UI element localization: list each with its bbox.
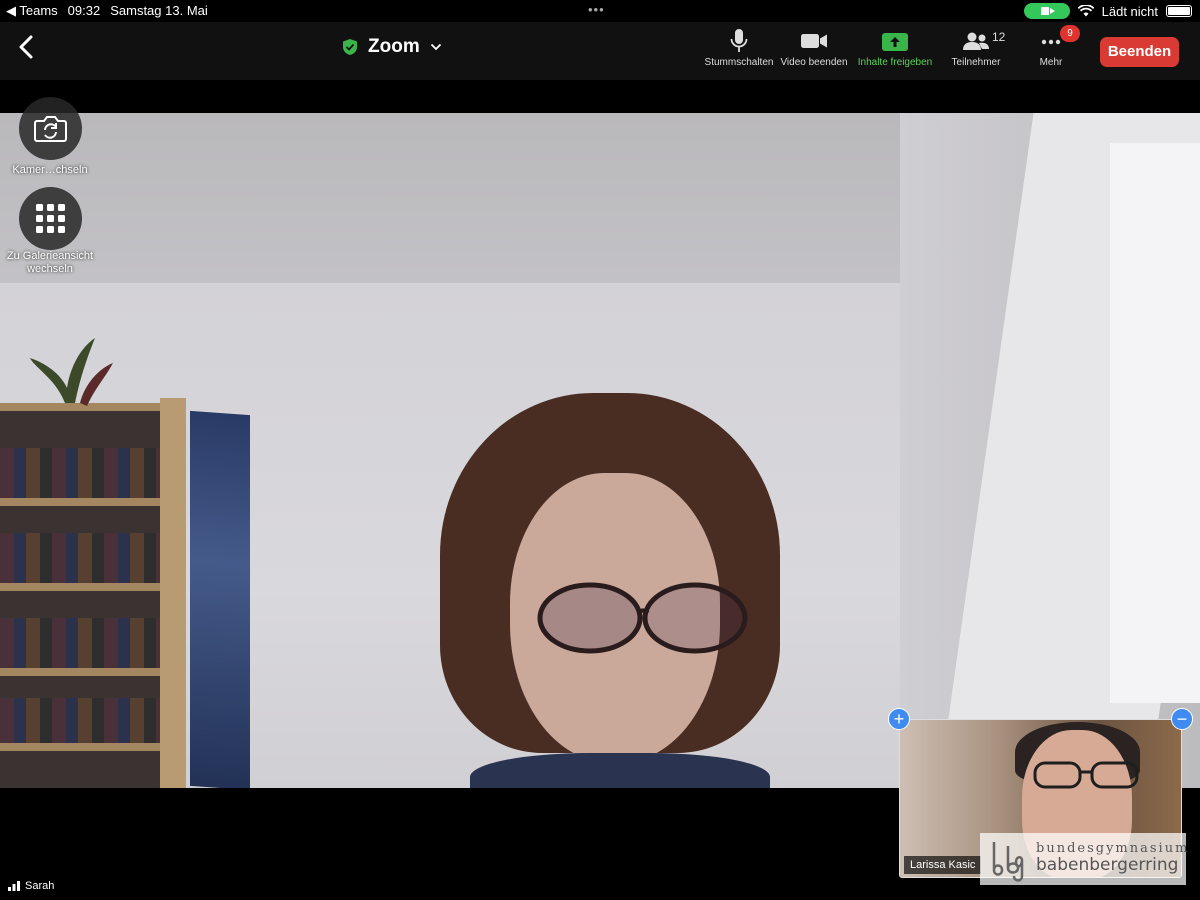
switch-camera-button[interactable] (19, 97, 82, 160)
switch-camera-label: Kamer…chseln (12, 164, 88, 176)
chevron-left-icon (19, 35, 33, 59)
multitasking-dots[interactable]: ••• (588, 2, 605, 17)
back-to-app-link[interactable]: ◀ Teams (6, 3, 58, 19)
meeting-toolbar: Zoom Stummschalten Video beenden Inhalte… (0, 22, 1200, 80)
shield-check-icon (343, 39, 357, 55)
school-watermark: bundesgymnasium babenbergerring (980, 833, 1190, 885)
camera-switch-icon (34, 116, 67, 142)
status-bar: ◀ Teams 09:32 Samstag 13. Mai ••• Lädt n… (0, 0, 1200, 22)
video-camera-icon (801, 34, 827, 48)
participants-label: Teilnehmer (951, 57, 1001, 68)
participants-button[interactable]: 12 Teilnehmer (936, 28, 1016, 68)
video-bookshelf (0, 398, 255, 788)
active-speaker-name: Sarah (25, 880, 55, 892)
microphone-icon (730, 29, 748, 52)
charging-status: Lädt nicht (1101, 3, 1158, 19)
gallery-view-button[interactable] (19, 187, 82, 250)
share-content-button[interactable]: Inhalte freigeben (855, 28, 935, 68)
meeting-title-menu[interactable]: Zoom (342, 36, 442, 58)
share-content-label: Inhalte freigeben (857, 57, 933, 68)
video-window-glass (1110, 143, 1200, 703)
battery-icon (1166, 5, 1192, 17)
video-plant (30, 338, 113, 406)
end-meeting-button[interactable]: Beenden (1100, 37, 1179, 67)
participants-count: 12 (992, 30, 1006, 44)
participants-icon (963, 32, 989, 50)
back-button[interactable] (14, 32, 40, 62)
camera-in-use-icon (1023, 3, 1070, 19)
school-logo-icon (992, 842, 1024, 882)
meeting-title: Zoom (368, 36, 420, 57)
expand-thumbnail-button[interactable]: + (888, 708, 910, 730)
active-speaker-video[interactable] (0, 113, 1200, 788)
mute-button[interactable]: Stummschalten (699, 28, 779, 68)
stop-video-label: Video beenden (780, 57, 848, 68)
status-date: Samstag 13. Mai (110, 3, 208, 18)
more-button[interactable]: 9 Mehr (1011, 25, 1091, 68)
mute-label: Stummschalten (704, 57, 774, 68)
watermark-line1: bundesgymnasium (1036, 841, 1190, 856)
wifi-icon (1077, 5, 1094, 17)
chevron-down-icon (430, 43, 441, 51)
thumbnail-glasses (1033, 761, 1139, 789)
notification-badge: 9 (1060, 25, 1080, 42)
grid-icon (36, 204, 65, 233)
watermark-line2: babenbergerring (1036, 855, 1179, 875)
participant-video-person (440, 393, 800, 788)
more-label: Mehr (1039, 57, 1063, 68)
signal-bars-icon (8, 881, 20, 891)
self-view-name: Larissa Kasic (904, 856, 982, 874)
gallery-view-label: Zu Galerieansicht wechseln (6, 250, 94, 275)
share-screen-icon (882, 33, 908, 51)
active-speaker-indicator: Sarah (8, 880, 54, 892)
status-time: 09:32 (67, 3, 101, 18)
stop-video-button[interactable]: Video beenden (774, 28, 854, 68)
video-ceiling (0, 113, 1000, 293)
minimize-thumbnail-button[interactable]: − (1171, 708, 1193, 730)
